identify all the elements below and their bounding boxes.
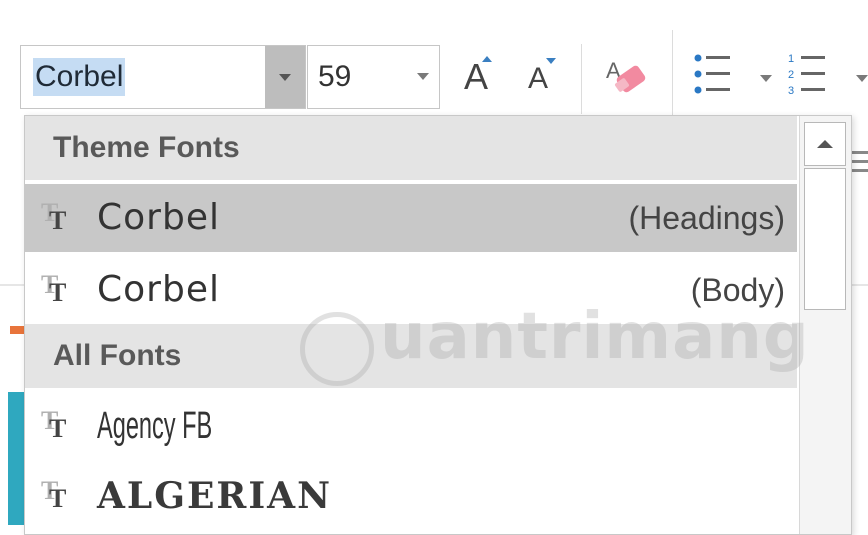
- eraser-icon: A: [606, 58, 646, 93]
- svg-text:3: 3: [788, 85, 794, 97]
- grow-font-button[interactable]: A: [452, 52, 500, 102]
- clear-formatting-button[interactable]: A: [598, 50, 654, 104]
- numbering-dropdown-icon[interactable]: [856, 75, 868, 82]
- font-item-name: Corbel: [97, 269, 220, 310]
- toolbar-separator: [672, 30, 673, 120]
- font-item-corbel-body[interactable]: TT Corbel (Body): [25, 256, 797, 324]
- chevron-down-icon: [279, 73, 291, 81]
- font-name-input[interactable]: Corbel: [33, 58, 126, 96]
- dropdown-scrollbar[interactable]: [799, 116, 851, 534]
- bullet-list-icon: [694, 54, 730, 94]
- grow-font-glyph: A: [463, 56, 488, 97]
- font-item-name: Corbel: [97, 197, 220, 238]
- toolbar-separator: [581, 44, 582, 114]
- truetype-icon: TT: [41, 198, 67, 235]
- chevron-down-icon[interactable]: [417, 73, 429, 80]
- truetype-icon: TT: [41, 270, 67, 307]
- bullets-dropdown-icon[interactable]: [760, 75, 772, 82]
- section-header-theme-fonts: Theme Fonts: [25, 116, 797, 180]
- font-name-dropdown-button[interactable]: [265, 46, 305, 108]
- numbering-button[interactable]: 1 2 3: [785, 48, 835, 104]
- font-item-algerian[interactable]: TT ALGERIAN: [25, 462, 797, 530]
- svg-text:2: 2: [788, 69, 794, 81]
- bullets-button[interactable]: [690, 48, 740, 104]
- font-size-combobox[interactable]: 59: [307, 45, 440, 109]
- arrow-up-icon: [482, 56, 492, 62]
- chevron-up-icon: [817, 140, 833, 148]
- font-item-name: ALGERIAN: [97, 475, 333, 517]
- font-name-combobox[interactable]: Corbel: [20, 45, 306, 109]
- font-dropdown-list: Theme Fonts TT Corbel (Headings) TT Corb…: [24, 115, 852, 535]
- scroll-up-button[interactable]: [804, 122, 846, 166]
- watermark-logo: [300, 312, 374, 386]
- shrink-font-glyph: A: [527, 62, 548, 95]
- font-item-name: Agency FB: [97, 405, 213, 447]
- truetype-icon: TT: [41, 406, 67, 443]
- font-item-tag: (Body): [690, 272, 785, 308]
- align-icon[interactable]: [852, 145, 868, 185]
- arrow-down-icon: [546, 58, 556, 64]
- font-item-corbel-headings[interactable]: TT Corbel (Headings): [25, 184, 797, 252]
- font-item-agency-fb[interactable]: TT Agency FB: [25, 392, 797, 460]
- truetype-icon: TT: [41, 476, 67, 513]
- svg-text:1: 1: [788, 53, 794, 65]
- scrollbar-thumb[interactable]: [804, 168, 846, 310]
- font-size-input[interactable]: 59: [318, 58, 351, 96]
- numbered-list-icon: 1 2 3: [788, 53, 825, 97]
- font-item-tag: (Headings): [628, 200, 785, 236]
- slide-accent-orange: [10, 326, 24, 334]
- slide-accent-teal: [8, 392, 24, 525]
- shrink-font-button[interactable]: A: [518, 56, 558, 102]
- section-header-all-fonts: All Fonts: [25, 324, 797, 388]
